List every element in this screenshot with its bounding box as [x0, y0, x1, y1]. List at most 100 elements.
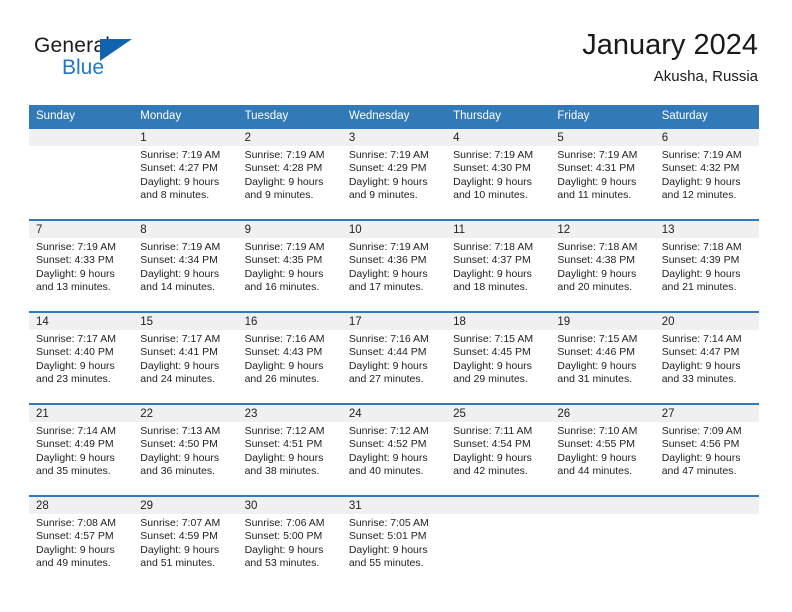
sunrise-text: Sunrise: 7:17 AM	[36, 333, 116, 345]
sunset-text: Sunset: 5:00 PM	[244, 530, 323, 543]
day-cell[interactable]: 23 Sunrise: 7:12 AM Sunset: 4:51 PM Dayl…	[237, 403, 342, 496]
sunrise-text: Sunrise: 7:16 AM	[348, 333, 429, 345]
day-cell[interactable]: 30 Sunrise: 7:06 AM Sunset: 5:00 PM Dayl…	[237, 495, 342, 587]
daylight-text: Daylight: 9 hours and 26 minutes.	[244, 359, 324, 385]
day-cell[interactable]: 5 Sunrise: 7:19 AM Sunset: 4:31 PM Dayli…	[550, 127, 655, 220]
day-cell[interactable]: 21 Sunrise: 7:14 AM Sunset: 4:49 PM Dayl…	[29, 403, 134, 496]
sunset-text: Sunset: 4:59 PM	[140, 530, 218, 543]
sunrise-text: Sunrise: 7:19 AM	[140, 149, 221, 161]
day-number: 11	[446, 221, 551, 238]
day-number: 15	[133, 313, 238, 330]
day-number: 25	[446, 405, 551, 422]
daylight-text: Daylight: 9 hours and 40 minutes.	[348, 451, 428, 477]
day-details: Sunrise: 7:06 AM Sunset: 5:00 PM Dayligh…	[238, 514, 342, 570]
title-block: January 2024 Akusha, Russia	[582, 28, 758, 87]
daylight-text: Daylight: 9 hours and 53 minutes.	[244, 543, 324, 569]
day-cell[interactable]: 16 Sunrise: 7:16 AM Sunset: 4:43 PM Dayl…	[237, 311, 342, 404]
day-number: 8	[133, 221, 238, 238]
sunset-text: Sunset: 4:45 PM	[453, 346, 531, 359]
day-number: 1	[133, 129, 238, 146]
day-cell[interactable]: 29 Sunrise: 7:07 AM Sunset: 4:59 PM Dayl…	[133, 495, 238, 587]
day-cell[interactable]: 19 Sunrise: 7:15 AM Sunset: 4:46 PM Dayl…	[550, 311, 655, 404]
daylight-text: Daylight: 9 hours and 21 minutes.	[661, 267, 741, 293]
day-cell[interactable]: 14 Sunrise: 7:17 AM Sunset: 4:40 PM Dayl…	[29, 311, 134, 404]
sunset-text: Sunset: 4:31 PM	[557, 162, 636, 175]
sunset-text: Sunset: 4:39 PM	[661, 254, 740, 267]
day-cell[interactable]: 11 Sunrise: 7:18 AM Sunset: 4:37 PM Dayl…	[446, 219, 551, 312]
day-cell[interactable]: 2 Sunrise: 7:19 AM Sunset: 4:28 PM Dayli…	[237, 127, 342, 220]
day-cell[interactable]: 17 Sunrise: 7:16 AM Sunset: 4:44 PM Dayl…	[341, 311, 447, 404]
day-cell[interactable]: 9 Sunrise: 7:19 AM Sunset: 4:35 PM Dayli…	[237, 219, 342, 312]
daylight-text: Daylight: 9 hours and 36 minutes.	[140, 451, 220, 477]
page-header: General Blue January 2024 Akusha, Russia	[34, 28, 758, 98]
day-details: Sunrise: 7:18 AM Sunset: 4:39 PM Dayligh…	[655, 238, 759, 294]
sunrise-text: Sunrise: 7:09 AM	[661, 425, 742, 437]
day-cell[interactable]: 1 Sunrise: 7:19 AM Sunset: 4:27 PM Dayli…	[133, 127, 238, 220]
day-cell[interactable]: 15 Sunrise: 7:17 AM Sunset: 4:41 PM Dayl…	[133, 311, 238, 404]
day-cell[interactable]	[446, 495, 551, 587]
sunset-text: Sunset: 4:55 PM	[557, 438, 636, 451]
daylight-text: Daylight: 9 hours and 14 minutes.	[140, 267, 220, 293]
day-number: 3	[341, 129, 447, 146]
day-cell[interactable]: 22 Sunrise: 7:13 AM Sunset: 4:50 PM Dayl…	[133, 403, 238, 496]
daylight-text: Daylight: 9 hours and 42 minutes.	[453, 451, 532, 477]
day-cell[interactable]: 31 Sunrise: 7:05 AM Sunset: 5:01 PM Dayl…	[341, 495, 447, 587]
day-cell[interactable]: 8 Sunrise: 7:19 AM Sunset: 4:34 PM Dayli…	[133, 219, 238, 312]
sunrise-text: Sunrise: 7:12 AM	[244, 425, 325, 437]
day-number: 28	[29, 497, 134, 514]
day-details: Sunrise: 7:19 AM Sunset: 4:35 PM Dayligh…	[238, 238, 342, 294]
sunset-text: Sunset: 4:33 PM	[36, 254, 114, 267]
daylight-text: Daylight: 9 hours and 38 minutes.	[244, 451, 324, 477]
day-details: Sunrise: 7:19 AM Sunset: 4:33 PM Dayligh…	[29, 238, 133, 294]
day-cell[interactable]	[550, 495, 655, 587]
weekday-header-sunday: Sunday	[29, 105, 134, 128]
day-cell[interactable]: 6 Sunrise: 7:19 AM Sunset: 4:32 PM Dayli…	[654, 127, 759, 220]
day-cell[interactable]: 20 Sunrise: 7:14 AM Sunset: 4:47 PM Dayl…	[654, 311, 759, 404]
day-cell[interactable]: 10 Sunrise: 7:19 AM Sunset: 4:36 PM Dayl…	[341, 219, 447, 312]
day-number: 2	[237, 129, 342, 146]
day-cell[interactable]: 4 Sunrise: 7:19 AM Sunset: 4:30 PM Dayli…	[446, 127, 551, 220]
sunset-text: Sunset: 4:43 PM	[244, 346, 323, 359]
calendar-header-row: Sunday Monday Tuesday Wednesday Thursday…	[29, 105, 759, 128]
sunrise-text: Sunrise: 7:19 AM	[140, 241, 221, 253]
weekday-header-wednesday: Wednesday	[341, 105, 447, 128]
day-cell[interactable]: 26 Sunrise: 7:10 AM Sunset: 4:55 PM Dayl…	[550, 403, 655, 496]
day-number: 21	[29, 405, 134, 422]
day-number: 6	[654, 129, 759, 146]
day-number: 18	[446, 313, 551, 330]
daylight-text: Daylight: 9 hours and 33 minutes.	[661, 359, 741, 385]
day-cell[interactable]: 13 Sunrise: 7:18 AM Sunset: 4:39 PM Dayl…	[654, 219, 759, 312]
day-details: Sunrise: 7:19 AM Sunset: 4:34 PM Dayligh…	[133, 238, 237, 294]
day-cell[interactable]: 3 Sunrise: 7:19 AM Sunset: 4:29 PM Dayli…	[341, 127, 447, 220]
sunrise-text: Sunrise: 7:19 AM	[36, 241, 116, 253]
day-cell[interactable]: 7 Sunrise: 7:19 AM Sunset: 4:33 PM Dayli…	[29, 219, 134, 312]
day-cell[interactable]	[654, 495, 759, 587]
day-cell[interactable]: 24 Sunrise: 7:12 AM Sunset: 4:52 PM Dayl…	[341, 403, 447, 496]
sunset-text: Sunset: 4:54 PM	[453, 438, 531, 451]
daylight-text: Daylight: 9 hours and 11 minutes.	[557, 175, 637, 201]
day-details: Sunrise: 7:15 AM Sunset: 4:46 PM Dayligh…	[550, 330, 654, 386]
weekday-header-monday: Monday	[133, 105, 238, 128]
daylight-text: Daylight: 9 hours and 12 minutes.	[661, 175, 741, 201]
day-details: Sunrise: 7:14 AM Sunset: 4:49 PM Dayligh…	[29, 422, 133, 478]
day-details: Sunrise: 7:15 AM Sunset: 4:45 PM Dayligh…	[446, 330, 550, 386]
day-details: Sunrise: 7:19 AM Sunset: 4:28 PM Dayligh…	[238, 146, 342, 202]
day-cell[interactable]: 28 Sunrise: 7:08 AM Sunset: 4:57 PM Dayl…	[29, 495, 134, 587]
day-number: 26	[550, 405, 655, 422]
daylight-text: Daylight: 9 hours and 47 minutes.	[661, 451, 741, 477]
day-number: 24	[341, 405, 447, 422]
sunset-text: Sunset: 4:34 PM	[140, 254, 218, 267]
day-cell[interactable]: 25 Sunrise: 7:11 AM Sunset: 4:54 PM Dayl…	[446, 403, 551, 496]
day-cell[interactable]: 12 Sunrise: 7:18 AM Sunset: 4:38 PM Dayl…	[550, 219, 655, 312]
day-cell[interactable]: 18 Sunrise: 7:15 AM Sunset: 4:45 PM Dayl…	[446, 311, 551, 404]
daylight-text: Daylight: 9 hours and 18 minutes.	[453, 267, 532, 293]
day-details: Sunrise: 7:12 AM Sunset: 4:51 PM Dayligh…	[238, 422, 342, 478]
daylight-text: Daylight: 9 hours and 16 minutes.	[244, 267, 324, 293]
sunrise-text: Sunrise: 7:12 AM	[348, 425, 429, 437]
sunrise-text: Sunrise: 7:18 AM	[557, 241, 638, 253]
day-details: Sunrise: 7:16 AM Sunset: 4:43 PM Dayligh…	[238, 330, 342, 386]
day-number: 31	[341, 497, 447, 514]
sunrise-text: Sunrise: 7:10 AM	[557, 425, 638, 437]
day-cell[interactable]	[29, 127, 134, 220]
day-cell[interactable]: 27 Sunrise: 7:09 AM Sunset: 4:56 PM Dayl…	[654, 403, 759, 496]
